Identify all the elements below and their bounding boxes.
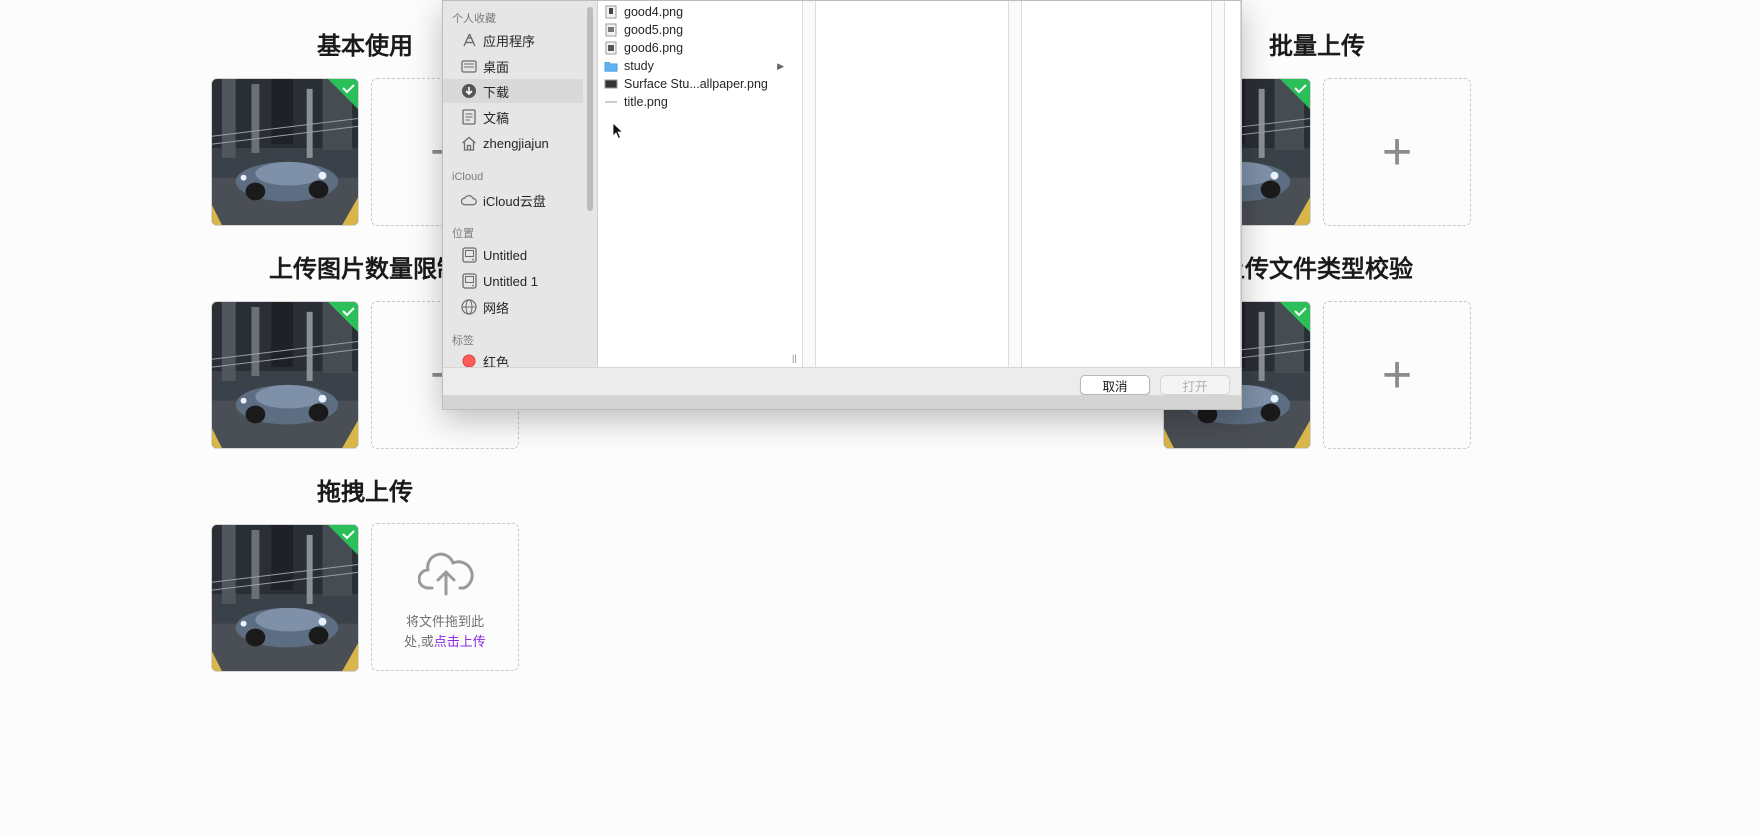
file-item-good6[interactable]: good6.png <box>598 39 788 57</box>
uploaded-image-thumbnail[interactable] <box>211 301 359 449</box>
favorites-header: 个人收藏 <box>452 13 496 25</box>
success-check-icon <box>1280 79 1310 109</box>
tags-header: 标签 <box>452 335 474 347</box>
network-icon <box>461 299 477 315</box>
desktop-icon <box>461 58 477 74</box>
file-column-2-divider <box>803 1 816 367</box>
cancel-button[interactable]: 取消 <box>1080 375 1150 395</box>
image-file-icon <box>605 23 617 37</box>
drag-hint-prefix: 处,或 <box>404 634 434 649</box>
add-image-button[interactable]: + <box>1323 301 1471 449</box>
applications-icon <box>461 32 477 48</box>
sidebar-item-network[interactable]: 网络 <box>443 295 583 319</box>
file-name: good5.png <box>624 23 684 37</box>
section-title-batch: 批量上传 <box>1269 33 1365 60</box>
file-name: good6.png <box>624 41 684 55</box>
success-check-icon <box>328 302 358 332</box>
section-title-limit: 上传图片数量限制 <box>269 256 461 283</box>
file-column-1: good4.png good5.png good6.png study ▶ Su… <box>598 1 803 367</box>
expand-arrow-icon: ▶ <box>777 60 784 71</box>
image-file-icon <box>605 5 617 19</box>
sidebar-item-label: zhengjiajun <box>483 135 549 151</box>
sidebar-item-untitled[interactable]: Untitled <box>443 243 583 267</box>
column-resize-handle[interactable]: || <box>792 353 797 363</box>
mouse-cursor-icon <box>612 122 624 140</box>
open-button[interactable]: 打开 <box>1160 375 1230 395</box>
file-name: good4.png <box>624 5 684 19</box>
file-column-2 <box>816 1 1009 367</box>
home-icon <box>461 135 477 151</box>
sidebar-item-applications[interactable]: 应用程序 <box>443 28 583 52</box>
sidebar-item-untitled-1[interactable]: Untitled 1 <box>443 269 583 293</box>
file-item-good5[interactable]: good5.png <box>598 21 788 39</box>
drag-hint-line2: 处,或点击上传 <box>372 632 518 652</box>
sidebar-item-label: iCloud云盘 <box>483 193 546 209</box>
dialog-button-bar: 取消 打开 <box>443 367 1241 396</box>
drag-hint-text: 将文件拖到此 处,或点击上传 <box>372 612 518 652</box>
drag-hint-line1: 将文件拖到此 <box>405 614 484 629</box>
sidebar-item-downloads[interactable]: 下载 <box>443 79 583 103</box>
sidebar-item-label: 桌面 <box>483 59 510 75</box>
image-file-icon <box>605 41 617 55</box>
folder-item-study[interactable]: study ▶ <box>598 57 788 75</box>
section-title-basic: 基本使用 <box>317 33 413 60</box>
sidebar-item-home[interactable]: zhengjiajun <box>443 131 583 155</box>
file-open-dialog: 个人收藏 应用程序 桌面 下载 文稿 zhengjiajun iCloud iC… <box>442 0 1242 410</box>
click-upload-link[interactable]: 点击上传 <box>434 634 486 649</box>
file-name: study <box>624 59 654 73</box>
disk-icon <box>461 247 477 263</box>
sidebar-item-icloud-drive[interactable]: iCloud云盘 <box>443 188 583 212</box>
sidebar-item-documents[interactable]: 文稿 <box>443 105 583 129</box>
sidebar-item-desktop[interactable]: 桌面 <box>443 54 583 78</box>
sidebar-item-label: 文稿 <box>483 110 510 126</box>
dialog-bottom-strip <box>443 395 1241 409</box>
sidebar-item-label: Untitled 1 <box>483 273 538 289</box>
image-file-icon <box>604 79 618 89</box>
file-column-3 <box>1022 1 1212 367</box>
file-item-surface-wallpaper[interactable]: Surface Stu...allpaper.png <box>598 75 788 93</box>
section-title-type-check: 上传文件类型校验 <box>1221 256 1413 283</box>
success-check-icon <box>328 525 358 555</box>
downloads-icon <box>461 83 477 99</box>
cloud-icon <box>461 192 477 208</box>
plus-icon: + <box>1381 346 1413 404</box>
drag-upload-area[interactable]: 将文件拖到此 处,或点击上传 <box>371 523 519 671</box>
file-item-title[interactable]: title.png <box>598 93 788 111</box>
uploaded-image-thumbnail[interactable] <box>211 78 359 226</box>
disk-icon <box>461 273 477 289</box>
locations-header: 位置 <box>452 228 474 240</box>
cloud-upload-icon <box>418 552 474 596</box>
file-name: title.png <box>624 95 668 109</box>
add-image-button[interactable]: + <box>1323 78 1471 226</box>
sidebar-item-label: 网络 <box>483 300 510 316</box>
file-column-4-divider <box>1212 1 1225 367</box>
uploaded-image-thumbnail[interactable] <box>211 524 359 672</box>
dialog-sidebar: 个人收藏 应用程序 桌面 下载 文稿 zhengjiajun iCloud iC… <box>443 1 598 370</box>
success-check-icon <box>328 79 358 109</box>
file-name: Surface Stu...allpaper.png <box>624 77 768 91</box>
file-column-3-divider <box>1009 1 1022 367</box>
success-check-icon <box>1280 302 1310 332</box>
section-title-drag: 拖拽上传 <box>317 479 413 506</box>
icloud-header: iCloud <box>452 171 484 183</box>
sidebar-item-label: 应用程序 <box>483 33 536 49</box>
file-column-4 <box>1225 1 1241 367</box>
folder-icon <box>604 62 618 72</box>
sidebar-item-label: Untitled <box>483 247 528 263</box>
documents-icon <box>461 109 477 125</box>
image-file-icon <box>605 101 617 103</box>
sidebar-item-label: 下载 <box>483 84 510 100</box>
file-item-good4[interactable]: good4.png <box>598 3 788 21</box>
sidebar-scrollbar[interactable] <box>587 7 593 211</box>
plus-icon: + <box>1381 123 1413 181</box>
